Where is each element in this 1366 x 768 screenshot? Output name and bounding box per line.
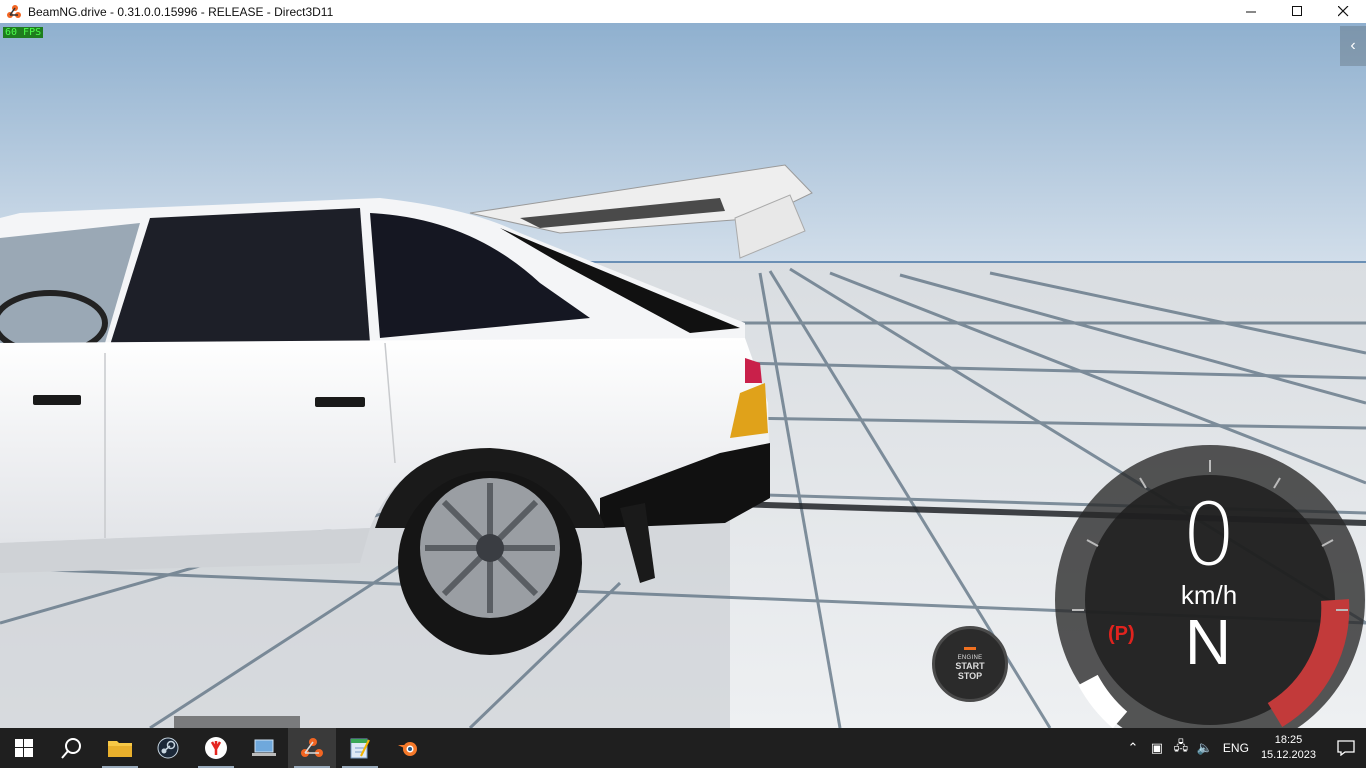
clock-date: 15.12.2023: [1260, 749, 1316, 761]
start-button[interactable]: [0, 728, 48, 768]
input-language-indicator[interactable]: ENG: [1223, 741, 1249, 755]
blender-button[interactable]: [384, 728, 432, 768]
monitor-alert-icon[interactable]: ▣: [1145, 740, 1169, 756]
close-button[interactable]: [1320, 0, 1366, 23]
show-hidden-icons-chevron-up-icon[interactable]: ⌃: [1121, 740, 1145, 756]
hud-app-tab[interactable]: [174, 716, 300, 728]
start-icon: [15, 739, 33, 757]
gear-indicator: N: [1184, 606, 1232, 678]
parking-brake-indicator: (P): [1108, 623, 1135, 645]
side-panel-toggle-button[interactable]: ‹: [1340, 26, 1366, 66]
beamng-icon: [301, 738, 323, 757]
folder-icon: [108, 741, 132, 757]
notepad-icon: [350, 738, 370, 759]
taskbar-clock[interactable]: 18:25 15.12.2023: [1261, 733, 1316, 763]
yandex-browser-icon: [205, 737, 227, 759]
window-title: BeamNG.drive - 0.31.0.0.15996 - RELEASE …: [28, 4, 334, 19]
notification-center-button[interactable]: [1326, 728, 1366, 768]
stop-label: STOP: [957, 671, 983, 681]
minimize-button[interactable]: [1228, 0, 1274, 23]
yandex-browser-button[interactable]: [192, 728, 240, 768]
engine-status-led: [964, 647, 976, 650]
clock-time: 18:25: [1274, 734, 1303, 746]
window-title-bar[interactable]: BeamNG.drive - 0.31.0.0.15996 - RELEASE …: [0, 0, 1366, 23]
engine-start-stop-button[interactable]: ENGINE START STOP: [932, 626, 1008, 702]
close-icon: [1337, 6, 1348, 17]
maximize-icon: [1291, 6, 1302, 16]
search-icon: [61, 738, 81, 759]
network-icon[interactable]: 🖧: [1169, 737, 1193, 759]
laptop-app-button[interactable]: [240, 728, 288, 768]
system-tray: ⌃ ▣ 🖧 🔈 ENG 18:25 15.12.2023: [1121, 728, 1366, 768]
search-button[interactable]: [48, 728, 96, 768]
windows-taskbar: ⌃ ▣ 🖧 🔈 ENG 18:25 15.12.2023: [0, 728, 1366, 768]
steam-button[interactable]: [144, 728, 192, 768]
blender-icon: [398, 742, 417, 756]
chevron-left-icon: ‹: [1350, 37, 1356, 54]
minimize-icon: [1245, 11, 1256, 13]
volume-icon[interactable]: 🔈: [1193, 740, 1217, 756]
speed-readout: 0: [1181, 485, 1237, 585]
file-explorer-button[interactable]: [96, 728, 144, 768]
notification-icon: [1337, 740, 1355, 756]
beamng-taskbar-button[interactable]: [288, 728, 336, 768]
notepad-button[interactable]: [336, 728, 384, 768]
laptop-icon: [252, 739, 276, 756]
beamng-app-icon: [7, 4, 21, 18]
fps-counter: 60 FPS: [3, 27, 44, 38]
steam-icon: [157, 737, 179, 759]
start-label: START: [955, 661, 985, 671]
maximize-button[interactable]: [1274, 0, 1320, 23]
